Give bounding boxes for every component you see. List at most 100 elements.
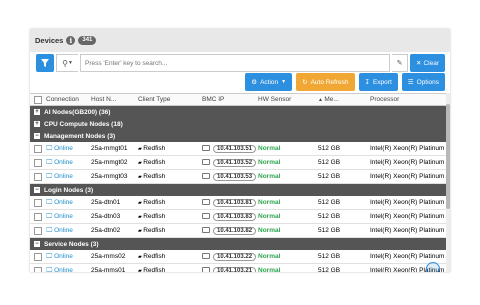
column-header[interactable]: Host N... (91, 96, 116, 103)
hw-sensor-value: Normal (258, 253, 281, 260)
table-row[interactable]: 🖵 Online 25a-mms02 ▰ Redfish 10.41.103.22 No… (30, 250, 450, 264)
info-icon[interactable]: i (66, 36, 76, 45)
group-header[interactable]: − Service Nodes (3) (30, 238, 450, 250)
client-type-value: Redfish (143, 199, 166, 206)
envelope-icon[interactable] (202, 145, 210, 152)
connection-cell: 🖵 Online (46, 267, 73, 272)
scrollbar-thumb[interactable] (446, 104, 450, 209)
envelope-icon[interactable] (202, 199, 210, 206)
envelope-icon[interactable] (202, 173, 210, 180)
group-header[interactable]: + CPU Compute Nodes (18) (30, 118, 450, 130)
column-label: HW Sensor (258, 96, 292, 103)
connection-value: Online (54, 199, 73, 206)
column-header[interactable]: HW Sensor (258, 96, 291, 103)
select-all-checkbox[interactable] (34, 96, 42, 104)
hw-sensor-cell: Normal (258, 199, 280, 206)
device-count-badge: 341 (78, 36, 97, 45)
memory-cell: 512 GB (318, 159, 340, 166)
envelope-icon[interactable] (202, 253, 210, 260)
hw-sensor-cell: Normal (258, 227, 280, 234)
expand-icon[interactable]: + (34, 109, 40, 115)
client-type-cell: ▰ Redfish (138, 199, 165, 206)
action-button[interactable]: ⚙ Action ▼ (245, 73, 293, 91)
search-scope-dropdown[interactable]: ⚲ ▼ (56, 54, 78, 72)
client-type-cell: ▰ Redfish (138, 159, 165, 166)
bmc-ip-value: 10.41.103.52 (213, 159, 257, 167)
table-body: + AI Nodes(GB200) (36) + CPU Compute Nodes … (30, 106, 450, 272)
envelope-icon[interactable] (202, 227, 210, 234)
memory-value: 512 GB (318, 159, 341, 166)
row-checkbox[interactable] (34, 173, 42, 181)
group-header[interactable]: − Management Nodes (3) (30, 130, 450, 142)
collapse-icon[interactable]: − (34, 187, 40, 193)
column-header[interactable]: ▲ Me... (318, 96, 339, 103)
row-checkbox[interactable] (34, 227, 42, 235)
edit-icon: ✎ (396, 60, 403, 67)
expand-icon[interactable]: + (34, 121, 40, 127)
row-checkbox[interactable] (34, 145, 42, 153)
table-row[interactable]: 🖵 Online 25a-mmgt03 ▰ Redfish 10.41.103.53 N… (30, 170, 450, 184)
memory-value: 512 GB (318, 173, 341, 180)
column-header[interactable]: Connection (46, 96, 79, 103)
group-header[interactable]: − Login Nodes (3) (30, 184, 450, 196)
hw-sensor-cell: Normal (258, 159, 280, 166)
monitor-icon: 🖵 (46, 227, 55, 234)
row-checkbox[interactable] (34, 253, 42, 261)
column-header[interactable]: BMC IP (202, 96, 224, 103)
envelope-icon[interactable] (202, 159, 210, 166)
bmc-ip-cell: 10.41.103.83 (202, 213, 257, 221)
scroll-top-button[interactable] (426, 262, 440, 272)
envelope-icon[interactable] (202, 267, 210, 272)
clear-button[interactable]: ✕ Clear (410, 54, 445, 72)
table-row[interactable]: 🖵 Online 25a-dtn03 ▰ Redfish 10.41.103.83 No… (30, 210, 450, 224)
column-header[interactable]: Client Type (138, 96, 170, 103)
processor-cell: Intel(R) Xeon(R) Platinum (370, 145, 444, 152)
column-header[interactable]: Processor (370, 96, 399, 103)
envelope-icon[interactable] (202, 213, 210, 220)
hw-sensor-value: Normal (258, 213, 281, 220)
hw-sensor-cell: Normal (258, 213, 280, 220)
group-header[interactable]: + AI Nodes(GB200) (36) (30, 106, 450, 118)
row-checkbox[interactable] (34, 213, 42, 221)
table-header: Connection Host N... Client Type BMC IP HW S… (30, 93, 450, 106)
processor-value: Intel(R) Xeon(R) Platinum (370, 227, 445, 234)
hw-sensor-cell: Normal (258, 267, 280, 272)
table-row[interactable]: 🖵 Online 25a-mmgt02 ▰ Redfish 10.41.103.52 N… (30, 156, 450, 170)
export-button[interactable]: ↧ Export (358, 73, 398, 91)
row-checkbox[interactable] (34, 159, 42, 167)
column-label: Processor (370, 96, 400, 103)
processor-cell: Intel(R) Xeon(R) Platinum (370, 227, 444, 234)
processor-value: Intel(R) Xeon(R) Platinum (370, 253, 445, 260)
processor-value: Intel(R) Xeon(R) Platinum (370, 159, 445, 166)
group-label: AI Nodes(GB200) (36) (44, 108, 111, 116)
row-checkbox[interactable] (34, 267, 42, 272)
toolbar: ⚙ Action ▼ ↻ Auto Refresh ↧ Export ☰ Options (245, 73, 445, 91)
client-type-cell: ▰ Redfish (138, 173, 165, 180)
clear-label: Clear (423, 59, 439, 67)
hostname-cell: 25a-dtn01 (91, 199, 120, 206)
table-row[interactable]: 🖵 Online 25a-mms01 ▰ Redfish 10.41.103.21 No… (30, 264, 450, 272)
collapse-icon[interactable]: − (34, 241, 40, 247)
monitor-icon: 🖵 (46, 213, 55, 220)
row-checkbox[interactable] (34, 199, 42, 207)
chevron-down-icon: ▼ (281, 79, 287, 85)
table-row[interactable]: 🖵 Online 25a-dtn02 ▰ Redfish 10.41.103.82 No… (30, 224, 450, 238)
hw-sensor-value: Normal (258, 145, 281, 152)
table-row[interactable]: 🖵 Online 25a-mmgt01 ▰ Redfish 10.41.103.51 N… (30, 142, 450, 156)
column-label: Me... (324, 96, 339, 103)
edit-button[interactable]: ✎ (392, 54, 408, 72)
filter-button[interactable] (36, 54, 54, 72)
hostname-value: 25a-mms02 (91, 253, 126, 260)
connection-value: Online (54, 213, 73, 220)
hostname-value: 25a-dtn01 (91, 199, 121, 206)
connection-cell: 🖵 Online (46, 227, 73, 235)
gear-icon: ⚙ (251, 79, 258, 86)
bmc-ip-cell: 10.41.103.51 (202, 145, 257, 153)
options-button[interactable]: ☰ Options (401, 73, 445, 91)
search-input[interactable] (80, 54, 390, 72)
auto-refresh-button[interactable]: ↻ Auto Refresh (296, 73, 355, 91)
collapse-icon[interactable]: − (34, 133, 40, 139)
monitor-icon: 🖵 (46, 145, 55, 152)
table-row[interactable]: 🖵 Online 25a-dtn01 ▰ Redfish 10.41.103.81 No… (30, 196, 450, 210)
hostname-cell: 25a-dtn02 (91, 227, 120, 234)
